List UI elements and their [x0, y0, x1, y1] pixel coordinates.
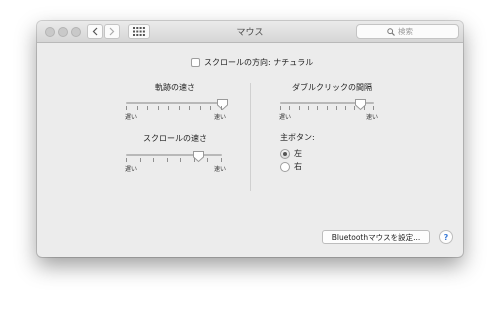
slider-tick [280, 106, 281, 110]
radio-left-label: 左 [294, 149, 302, 158]
slider-tick [336, 106, 337, 110]
help-button[interactable]: ? [439, 230, 453, 244]
primary-button-left-option[interactable]: 左 [280, 148, 302, 159]
double-click-speed-heading: ダブルクリックの間隔 [292, 83, 372, 92]
slider-min-label: 遅い [125, 114, 138, 121]
slider-thumb[interactable] [216, 96, 229, 111]
column-divider [250, 83, 251, 191]
setup-bluetooth-mouse-button[interactable]: Bluetoothマウスを設定... [322, 230, 430, 244]
slider-tick [200, 106, 201, 110]
scroll-direction-option[interactable]: スクロールの方向: ナチュラル [191, 57, 313, 68]
search-icon [387, 27, 395, 36]
tracking-speed-slider[interactable]: 遅い 速い [125, 97, 228, 121]
slider-tick [179, 106, 180, 110]
scroll-speed-heading: スクロールの速さ [143, 134, 207, 143]
slider-tick [168, 106, 169, 110]
slider-tick [180, 158, 181, 162]
slider-tick [299, 106, 300, 110]
radio-left[interactable] [280, 148, 290, 159]
search-input[interactable] [398, 27, 428, 36]
tracking-speed-heading: 軌跡の速さ [155, 83, 195, 92]
slider-max-label: 速い [365, 114, 378, 121]
slider-max-label: 速い [213, 114, 226, 121]
slider-max-label: 速い [213, 166, 226, 173]
slider-tick [317, 106, 318, 110]
slider-tick [153, 158, 154, 162]
slider-tick [194, 158, 195, 162]
scroll-speed-slider[interactable]: 遅い 速い [125, 149, 226, 173]
slider-tick [210, 106, 211, 110]
slider-tick [327, 106, 328, 110]
slider-tick [364, 106, 365, 110]
slider-tick [147, 106, 148, 110]
slider-tick [221, 106, 222, 110]
search-field[interactable] [356, 24, 459, 39]
slider-tick [221, 158, 222, 162]
slider-track [126, 102, 222, 104]
slider-tick [126, 106, 127, 110]
slider-tick [308, 106, 309, 110]
slider-tick [189, 106, 190, 110]
scroll-direction-checkbox[interactable] [191, 58, 200, 67]
slider-tick [345, 106, 346, 110]
radio-right-label: 右 [294, 162, 302, 171]
slider-tick [289, 106, 290, 110]
slider-tick [207, 158, 208, 162]
double-click-speed-slider[interactable]: 遅い 速い [279, 97, 378, 121]
slider-track [126, 154, 222, 156]
slider-tick [126, 158, 127, 162]
slider-tick [140, 158, 141, 162]
mouse-preferences-window: マウス スクロールの方向: ナチュラル 軌跡の速さ 遅い 速い スクロールの速さ… [37, 21, 463, 257]
slider-min-label: 遅い [125, 166, 138, 173]
slider-tick [167, 158, 168, 162]
slider-tick [137, 106, 138, 110]
scroll-direction-label: スクロールの方向: ナチュラル [204, 58, 314, 67]
primary-button-heading: 主ボタン: [280, 133, 315, 142]
radio-right[interactable] [280, 161, 290, 172]
slider-tick [158, 106, 159, 110]
slider-tick [373, 106, 374, 110]
slider-min-label: 遅い [279, 114, 292, 121]
slider-tick [354, 106, 355, 110]
primary-button-right-option[interactable]: 右 [280, 161, 302, 172]
title-bar: マウス [37, 21, 463, 43]
